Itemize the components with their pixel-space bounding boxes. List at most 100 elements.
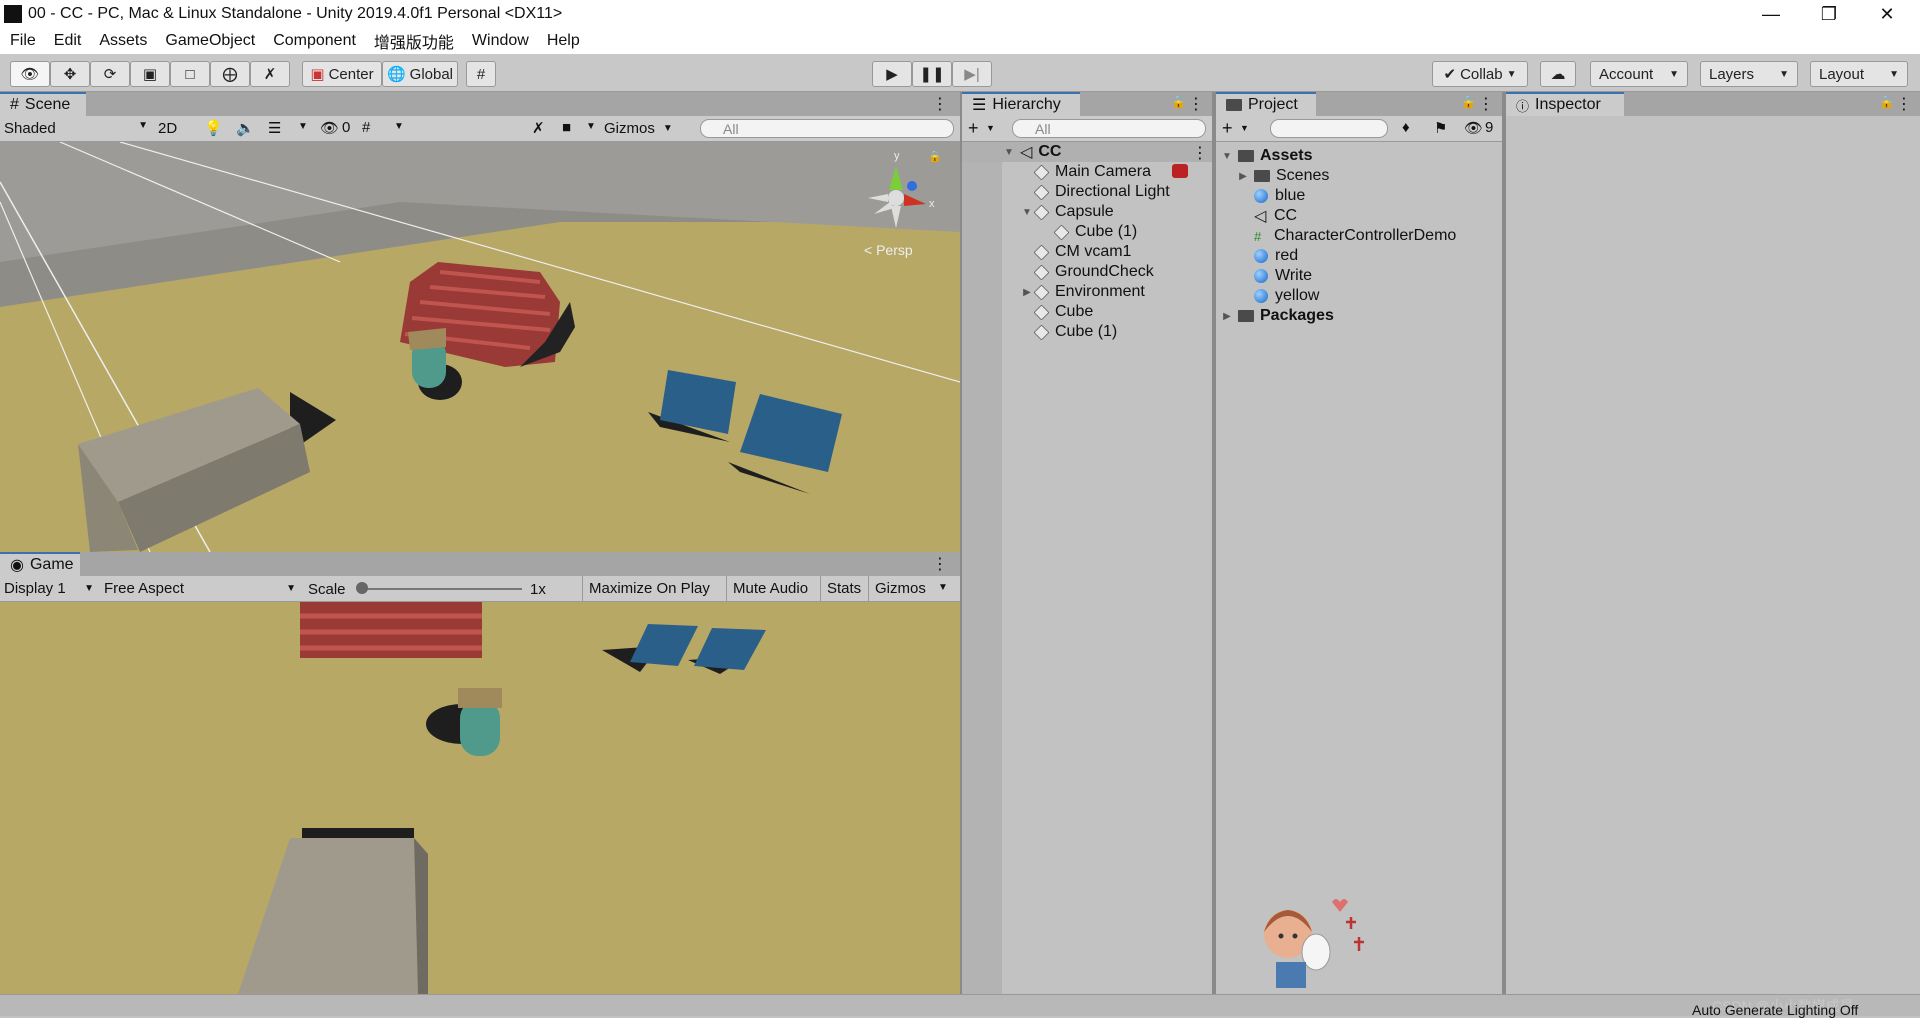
- puzzle-icon[interactable]: [1172, 164, 1188, 178]
- scale-slider[interactable]: [362, 588, 522, 590]
- orientation-gizmo[interactable]: y x: [856, 150, 936, 236]
- tab-project[interactable]: Project: [1216, 92, 1316, 116]
- more-menu-icon[interactable]: ⋮: [1188, 94, 1204, 114]
- label-icon[interactable]: ⚑: [1434, 119, 1447, 137]
- pivot-center-button[interactable]: ▣ Center: [302, 61, 382, 87]
- hidden-objects-toggle[interactable]: 👁 0: [320, 119, 350, 137]
- gizmos-toggle[interactable]: Gizmos: [868, 576, 932, 602]
- project-asset-yellow[interactable]: yellow: [1254, 286, 1319, 306]
- tools-icon[interactable]: ✗: [532, 119, 545, 137]
- project-search-input[interactable]: [1270, 119, 1388, 138]
- hierarchy-item-cube[interactable]: Cube: [1033, 302, 1093, 322]
- lock-icon[interactable]: 🔒: [928, 150, 942, 163]
- hierarchy-item-cm-vcam1[interactable]: CM vcam1: [1033, 242, 1131, 262]
- hierarchy-item-environment[interactable]: ▶ Environment: [1020, 282, 1145, 302]
- project-folder-scenes[interactable]: ▶ Scenes: [1236, 166, 1329, 186]
- game-viewport[interactable]: [0, 602, 960, 994]
- hierarchy-scene-cc[interactable]: ▼ ◁ CC: [1002, 142, 1061, 162]
- snap-grid-icon[interactable]: #: [466, 61, 496, 87]
- minimize-icon[interactable]: —: [1742, 0, 1800, 28]
- chevron-down-icon[interactable]: ▼: [938, 582, 948, 593]
- menu-enhanced[interactable]: 增强版功能: [374, 29, 454, 53]
- play-button[interactable]: ▶: [872, 61, 912, 87]
- hierarchy-item-capsule[interactable]: ▼ Capsule: [1020, 202, 1114, 222]
- create-plus-icon[interactable]: +: [968, 118, 979, 139]
- stats-toggle[interactable]: Stats: [820, 576, 867, 602]
- camera-icon[interactable]: ■: [562, 119, 571, 136]
- lock-icon[interactable]: 🔒: [1879, 95, 1894, 109]
- chevron-down-icon[interactable]: ▼: [986, 123, 995, 133]
- menu-window[interactable]: Window: [472, 32, 529, 50]
- toggle-2d-button[interactable]: 2D: [158, 120, 177, 137]
- more-menu-icon[interactable]: ⋮: [932, 94, 948, 114]
- chevron-down-icon[interactable]: ▼: [394, 121, 404, 132]
- more-menu-icon[interactable]: ⋮: [1896, 94, 1912, 114]
- panel-divider[interactable]: [960, 92, 962, 994]
- menu-assets[interactable]: Assets: [99, 32, 147, 50]
- rotate-tool-icon[interactable]: ⟳: [90, 61, 130, 87]
- more-menu-icon[interactable]: ⋮: [1478, 94, 1494, 114]
- audio-icon[interactable]: 🔈: [236, 119, 255, 137]
- mute-audio-toggle[interactable]: Mute Audio: [726, 576, 814, 602]
- hierarchy-item-cube-1[interactable]: Cube (1): [1033, 322, 1117, 342]
- cloud-icon[interactable]: ☁: [1540, 61, 1576, 87]
- chevron-down-icon[interactable]: ▼: [586, 121, 596, 132]
- more-menu-icon[interactable]: ⋮: [932, 554, 948, 574]
- scale-tool-icon[interactable]: ▣: [130, 61, 170, 87]
- tab-game[interactable]: ◉ Game: [0, 552, 80, 576]
- display-dropdown[interactable]: Display 1 ▼: [4, 580, 94, 597]
- menu-help[interactable]: Help: [547, 32, 580, 50]
- panel-divider[interactable]: [1212, 92, 1216, 994]
- create-plus-icon[interactable]: +: [1222, 118, 1233, 139]
- menu-file[interactable]: File: [10, 32, 36, 50]
- persp-label[interactable]: < Persp: [864, 242, 913, 258]
- hierarchy-item-cube-1-child[interactable]: Cube (1): [1053, 222, 1137, 242]
- layers-dropdown[interactable]: Layers ▼: [1700, 61, 1798, 87]
- hierarchy-item-directional-light[interactable]: Directional Light: [1033, 182, 1170, 202]
- more-menu-icon[interactable]: ⋮: [1192, 143, 1208, 163]
- maximize-on-play-toggle[interactable]: Maximize On Play: [582, 576, 716, 602]
- project-asset-write[interactable]: Write: [1254, 266, 1312, 286]
- project-folder-packages[interactable]: ▶ Packages: [1220, 306, 1334, 326]
- tab-scene[interactable]: # Scene: [0, 92, 86, 116]
- panel-divider[interactable]: [1502, 92, 1506, 994]
- custom-tool-icon[interactable]: ✗: [250, 61, 290, 87]
- tab-hierarchy[interactable]: ☰ Hierarchy: [962, 92, 1080, 116]
- pause-button[interactable]: ❚❚: [912, 61, 952, 87]
- space-global-button[interactable]: 🌐 Global: [382, 61, 458, 87]
- menu-component[interactable]: Component: [273, 32, 356, 50]
- step-button[interactable]: ▶|: [952, 61, 992, 87]
- close-icon[interactable]: ✕: [1858, 0, 1916, 28]
- restore-icon[interactable]: ❐: [1800, 0, 1858, 28]
- menu-gameobject[interactable]: GameObject: [165, 32, 255, 50]
- shading-dropdown[interactable]: Shaded ▼: [4, 120, 148, 137]
- effects-icon[interactable]: ☰: [268, 119, 281, 137]
- collab-dropdown[interactable]: ✔ Collab ▼: [1432, 61, 1528, 87]
- scene-search-input[interactable]: All: [700, 119, 954, 138]
- hierarchy-search-input[interactable]: All: [1012, 119, 1206, 138]
- view-tool-icon[interactable]: 👁: [10, 61, 50, 87]
- grid-toggle-icon[interactable]: #: [362, 119, 370, 136]
- project-asset-charactercontrollerdemo[interactable]: # CharacterControllerDemo: [1254, 226, 1456, 246]
- chevron-down-icon[interactable]: ▼: [1240, 123, 1249, 133]
- lock-icon[interactable]: 🔒: [1171, 95, 1186, 109]
- transform-tool-icon[interactable]: ⨁: [210, 61, 250, 87]
- project-asset-cc[interactable]: ◁ CC: [1254, 206, 1297, 226]
- chevron-down-icon[interactable]: ▼: [298, 121, 308, 132]
- tab-inspector[interactable]: ⓘ Inspector: [1506, 92, 1624, 116]
- lighting-icon[interactable]: 💡: [204, 119, 223, 137]
- gizmos-dropdown[interactable]: Gizmos ▼: [604, 120, 673, 137]
- menu-edit[interactable]: Edit: [54, 32, 82, 50]
- project-asset-red[interactable]: red: [1254, 246, 1298, 266]
- scene-viewport[interactable]: y x 🔒 < Persp: [0, 142, 960, 552]
- filter-type-icon[interactable]: ♦: [1402, 119, 1410, 136]
- hierarchy-item-groundcheck[interactable]: GroundCheck: [1033, 262, 1154, 282]
- project-folder-assets[interactable]: ▼ Assets: [1220, 146, 1312, 166]
- scale-slider-handle[interactable]: [356, 582, 368, 594]
- move-tool-icon[interactable]: ✥: [50, 61, 90, 87]
- aspect-dropdown[interactable]: Free Aspect ▼: [104, 580, 296, 597]
- account-dropdown[interactable]: Account ▼: [1590, 61, 1688, 87]
- hidden-packages-toggle[interactable]: 👁 9: [1464, 119, 1493, 137]
- lock-icon[interactable]: 🔒: [1461, 95, 1476, 109]
- layout-dropdown[interactable]: Layout ▼: [1810, 61, 1908, 87]
